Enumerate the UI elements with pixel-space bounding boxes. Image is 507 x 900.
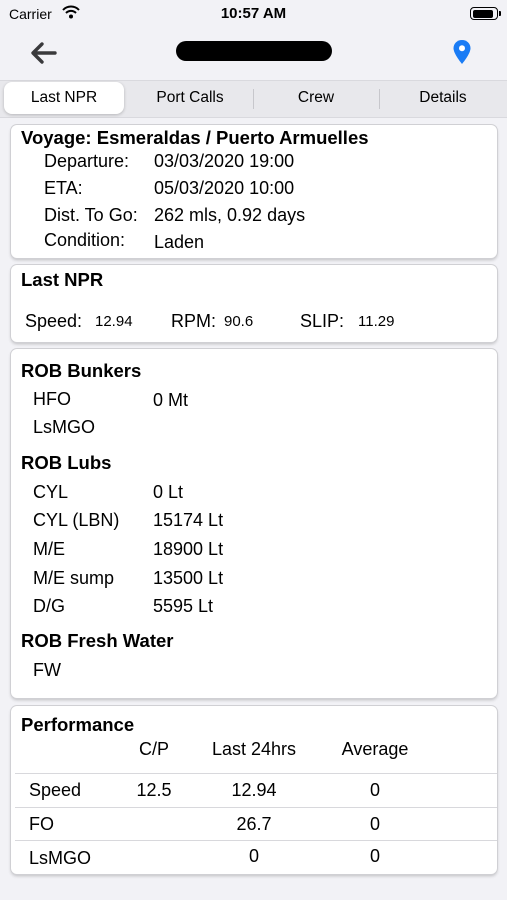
departure-value: 03/03/2020 19:00 — [154, 151, 295, 171]
cyl-value: 0 Lt — [153, 482, 184, 502]
condition-value: Laden — [154, 232, 205, 252]
status-time: 10:57 AM — [220, 5, 287, 22]
perf-row-speed-label: Speed — [29, 780, 82, 800]
me-sump-value: 13500 Lt — [153, 568, 224, 588]
perf-row-speed-average: 0 — [369, 780, 380, 800]
tab-details[interactable]: Details — [380, 82, 506, 114]
departure-label: Departure: — [44, 151, 130, 171]
perf-row-lsmgo-label: LsMGO — [29, 848, 92, 868]
row-divider — [15, 840, 497, 841]
perf-row-lsmgo-average: 0 — [369, 846, 380, 866]
perf-row-fo-last24: 26.7 — [236, 814, 272, 834]
cyl-label: CYL — [33, 482, 69, 502]
fw-label: FW — [33, 660, 61, 680]
last-npr-title: Last NPR — [21, 269, 104, 290]
tab-crew[interactable]: Crew — [254, 82, 378, 114]
eta-label: ETA: — [44, 178, 83, 198]
dg-label: D/G — [33, 596, 66, 616]
column-header-average: Average — [341, 739, 409, 759]
perf-row-speed-cp: 12.5 — [136, 780, 172, 800]
rpm-value: 90.6 — [224, 313, 254, 330]
distance-to-go-value: 262 mls, 0.92 days — [154, 205, 306, 225]
perf-row-fo-average: 0 — [369, 814, 380, 834]
rob-lubs-title: ROB Lubs — [21, 452, 112, 473]
rob-bunkers-title: ROB Bunkers — [21, 360, 142, 381]
back-arrow-icon[interactable] — [28, 40, 58, 66]
dg-value: 5595 Lt — [153, 596, 214, 616]
row-divider — [15, 773, 497, 774]
distance-to-go-label: Dist. To Go: — [44, 205, 138, 225]
performance-title: Performance — [21, 714, 135, 735]
tab-last-npr[interactable]: Last NPR — [4, 82, 124, 114]
tab-port-calls[interactable]: Port Calls — [128, 82, 252, 114]
rpm-label: RPM: — [171, 311, 216, 331]
hfo-value: 0 Mt — [153, 390, 189, 410]
cyl-lbn-value: 15174 Lt — [153, 510, 224, 530]
row-divider — [15, 807, 497, 808]
me-sump-label: M/E sump — [33, 568, 115, 588]
hfo-label: HFO — [33, 389, 71, 409]
speed-value: 12.94 — [95, 313, 133, 330]
lsmgo-label: LsMGO — [33, 417, 96, 437]
status-bar: Carrier 10:57 AM — [0, 0, 507, 28]
me-label: M/E — [33, 539, 66, 559]
slip-value: 11.29 — [358, 313, 395, 330]
condition-label: Condition: — [44, 230, 126, 250]
location-pin-icon[interactable] — [452, 39, 472, 65]
column-header-last-24hrs: Last 24hrs — [211, 739, 297, 759]
speed-label: Speed: — [25, 311, 83, 331]
perf-row-speed-last24: 12.94 — [231, 780, 277, 800]
perf-row-fo-label: FO — [29, 814, 54, 834]
battery-icon — [470, 7, 501, 20]
slip-label: SLIP: — [300, 311, 345, 331]
column-header-cp: C/P — [138, 739, 169, 759]
cyl-lbn-label: CYL (LBN) — [33, 510, 120, 530]
perf-row-lsmgo-last24: 0 — [248, 846, 259, 866]
redacted-vessel-name — [176, 41, 332, 61]
rob-fresh-water-title: ROB Fresh Water — [21, 630, 174, 651]
voyage-title: Voyage: Esmeraldas / Puerto Armuelles — [21, 127, 369, 148]
eta-value: 05/03/2020 10:00 — [154, 178, 295, 198]
me-value: 18900 Lt — [153, 539, 224, 559]
